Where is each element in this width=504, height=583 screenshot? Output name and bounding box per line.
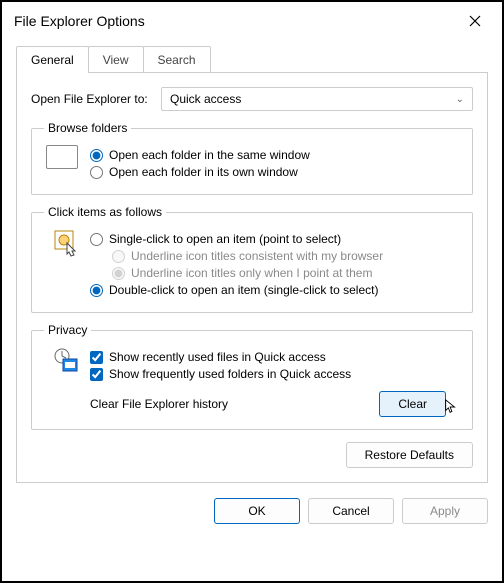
tab-general[interactable]: General [16,46,89,73]
clear-button[interactable]: Clear [379,391,446,417]
click-items-legend: Click items as follows [44,205,166,219]
click-items-group: Click items as follows Single-click to o… [31,205,473,313]
apply-button: Apply [402,498,488,524]
clear-history-label: Clear File Explorer history [90,397,379,411]
close-button[interactable] [460,9,490,33]
checkbox-recent-files-label: Show recently used files in Quick access [109,350,326,364]
radio-underline-point [112,267,125,280]
checkbox-frequent-folders[interactable] [90,368,103,381]
privacy-legend: Privacy [44,323,91,337]
tab-search[interactable]: Search [143,46,211,73]
radio-same-window[interactable] [90,149,103,162]
tab-view[interactable]: View [88,46,144,73]
radio-underline-point-label: Underline icon titles only when I point … [131,266,372,280]
checkbox-frequent-folders-label: Show frequently used folders in Quick ac… [109,367,351,381]
cursor-icon [444,399,458,415]
radio-underline-browser [112,250,125,263]
restore-defaults-button[interactable]: Restore Defaults [346,442,473,468]
dialog-footer: OK Cancel Apply [2,492,502,536]
radio-own-window[interactable] [90,166,103,179]
radio-double-click[interactable] [90,284,103,297]
radio-double-click-label: Double-click to open an item (single-cli… [109,283,378,297]
open-to-select[interactable]: Quick access ⌄ [161,87,473,111]
tab-bar: General View Search [16,46,488,73]
click-icon [44,229,90,300]
ok-button[interactable]: OK [214,498,300,524]
tab-panel-general: Open File Explorer to: Quick access ⌄ Br… [16,72,488,483]
radio-same-window-label: Open each folder in the same window [109,148,310,162]
radio-single-click[interactable] [90,233,103,246]
open-to-value: Quick access [170,92,241,106]
browse-folders-group: Browse folders Open each folder in the s… [31,121,473,195]
privacy-icon [44,347,90,417]
chevron-down-icon: ⌄ [456,94,464,105]
cancel-button[interactable]: Cancel [308,498,394,524]
browse-folders-legend: Browse folders [44,121,131,135]
checkbox-recent-files[interactable] [90,351,103,364]
close-icon [469,15,481,27]
privacy-group: Privacy Show recently used files in Quic… [31,323,473,430]
radio-own-window-label: Open each folder in its own window [109,165,298,179]
titlebar: File Explorer Options [2,2,502,38]
radio-underline-browser-label: Underline icon titles consistent with my… [131,249,383,263]
window-title: File Explorer Options [14,13,145,29]
open-to-label: Open File Explorer to: [31,92,161,106]
radio-single-click-label: Single-click to open an item (point to s… [109,232,341,246]
folder-icon [44,145,90,182]
